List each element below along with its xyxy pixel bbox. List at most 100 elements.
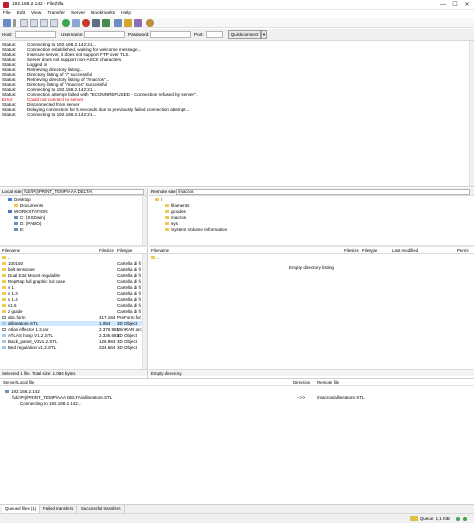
file-row[interactable]: Bed regulation v1.2.STL 334.684 3D Object	[0, 345, 147, 350]
folder-icon	[2, 310, 6, 314]
quickconnect-button[interactable]: Quickconnect	[228, 30, 261, 39]
queue-col-server[interactable]: Server/Local file	[3, 380, 34, 385]
file-row[interactable]: v 1 Cartella di fi	[0, 285, 147, 290]
menu-edit[interactable]: Edit	[14, 10, 28, 18]
local-files-scrollbar[interactable]	[142, 254, 147, 369]
message-log[interactable]: Status: Connecting to 192.168.2.142:21...…	[0, 41, 474, 187]
tree-item-drive-d[interactable]: D: (PABO)	[14, 221, 41, 226]
file-row[interactable]: RepRap full graphic lcd case Cartella di …	[0, 279, 147, 284]
file-row[interactable]: z guide Cartella di fi	[0, 309, 147, 314]
file-row[interactable]: v 1.4 Cartella di fi	[0, 297, 147, 302]
file-row[interactable]: v 1.3 Cartella di fi	[0, 291, 147, 296]
tree-item-sys[interactable]: sys	[165, 221, 178, 226]
local-path-input[interactable]: \\dc\Prj\PRINT_TEMP\AAA DELTA\	[22, 189, 144, 195]
remote-site-bar: Remote site: /macros	[149, 188, 474, 196]
tab-queued-files[interactable]: Queued files (1)	[2, 505, 41, 513]
toggle-queue-icon[interactable]	[50, 19, 58, 27]
disconnect-icon[interactable]	[92, 19, 100, 27]
toggle-local-tree-icon[interactable]	[30, 19, 38, 27]
remote-path-input[interactable]: /macros	[176, 189, 470, 195]
3d-object-icon	[2, 340, 6, 344]
process-queue-icon[interactable]	[72, 19, 80, 27]
toggle-log-icon[interactable]	[20, 19, 28, 27]
remote-col-filetype[interactable]: Filetype	[362, 247, 377, 254]
tree-item-drive-c[interactable]: C: (SSDwin)	[14, 215, 45, 220]
host-input[interactable]	[15, 31, 56, 38]
site-manager-icon[interactable]	[3, 19, 11, 27]
folder-icon	[2, 256, 6, 260]
queue-row-server[interactable]: 192.168.2.142	[0, 389, 474, 394]
file-row[interactable]: 100150 Cartella di fi	[0, 261, 147, 266]
tree-item-system-volume[interactable]: System Volume Information	[165, 227, 227, 232]
log-scrollbar[interactable]	[469, 41, 474, 186]
menu-server[interactable]: Server	[68, 10, 88, 18]
menu-transfer[interactable]: Transfer	[44, 10, 68, 18]
remote-status: Empty directory.	[149, 369, 474, 376]
file-row[interactable]: Dual E3d Mount regulable Cartella di fi	[0, 273, 147, 278]
reconnect-icon[interactable]	[102, 19, 110, 27]
refresh-icon[interactable]	[62, 19, 70, 27]
folder-icon	[165, 222, 169, 226]
directory-comparison-icon[interactable]	[124, 19, 132, 27]
tab-failed-transfers[interactable]: Failed transfers	[40, 505, 78, 513]
remote-col-filesize[interactable]: Filesize	[344, 247, 359, 254]
file-row[interactable]: ..	[0, 255, 147, 260]
menu-bar: File Edit View Transfer Server Bookmarks Help	[0, 10, 474, 18]
tree-item-desktop[interactable]: Desktop	[8, 197, 31, 202]
queue-col-direction[interactable]: Direction	[293, 380, 310, 385]
local-col-filesize[interactable]: Filesize	[99, 247, 114, 254]
tree-item-drive-e[interactable]: E:	[14, 227, 24, 232]
file-row-selected[interactable]: allineatore.STL 1.084 3D Object	[0, 321, 147, 326]
queue-row-file[interactable]: \\dc\Prj\PRINT_TEMP\AAA DELTA\allineator…	[0, 395, 474, 400]
minimize-button[interactable]: —	[438, 1, 448, 9]
password-input[interactable]	[150, 31, 191, 38]
port-input[interactable]	[206, 31, 223, 38]
toolbar	[0, 18, 474, 28]
file-row[interactable]: v1.6 Cartella di fi	[0, 303, 147, 308]
tree-item-root[interactable]: /	[155, 197, 162, 202]
folder-icon	[2, 292, 6, 296]
tab-successful-transfers[interactable]: Successful transfers	[78, 505, 125, 513]
menu-bookmarks[interactable]: Bookmarks	[88, 10, 118, 18]
local-tree: Desktop Documents WORKSTATION C: (SSDwin…	[0, 196, 147, 245]
sync-browsing-icon[interactable]	[134, 19, 142, 27]
remote-col-permissions[interactable]: Permi	[457, 247, 468, 254]
close-button[interactable]: ✕	[462, 1, 472, 9]
cancel-operation-icon[interactable]	[82, 19, 90, 27]
file-row[interactable]: belt tensioner Cartella di fi	[0, 267, 147, 272]
3d-object-icon	[2, 322, 6, 326]
remote-col-modified[interactable]: Last modified	[392, 247, 418, 254]
quickconnect-dropdown-icon[interactable]: ▾	[261, 30, 267, 39]
menu-help[interactable]: Help	[118, 10, 134, 18]
folder-icon	[155, 198, 159, 202]
maximize-button[interactable]: ☐	[450, 1, 460, 9]
search-icon[interactable]	[146, 19, 154, 27]
queue-col-remote[interactable]: Remote file	[317, 380, 339, 385]
tree-item-gcodes[interactable]: gcodes	[165, 209, 186, 214]
file-row-parent[interactable]: ..	[149, 255, 474, 260]
tree-item-documents[interactable]: Documents	[14, 203, 43, 208]
username-label: Username:	[61, 32, 84, 37]
menu-view[interactable]: View	[28, 10, 44, 18]
tree-item-filaments[interactable]: filaments	[165, 203, 189, 208]
menu-file[interactable]: File	[0, 10, 14, 18]
directory-filter-icon[interactable]	[114, 19, 122, 27]
folder-icon	[2, 280, 6, 284]
file-row[interactable]: ATLAS hosp V1.2.STL 2.336.684 3D Object	[0, 333, 147, 338]
tree-item-workstation[interactable]: WORKSTATION	[8, 209, 48, 214]
remote-site-label: Remote site:	[151, 189, 177, 194]
toggle-remote-tree-icon[interactable]	[40, 19, 48, 27]
site-manager-dropdown-icon[interactable]	[13, 19, 16, 27]
file-row[interactable]: Back_panel_V2v1.2.STL 126.884 3D Object	[0, 339, 147, 344]
remote-col-filename[interactable]: Filename	[151, 247, 169, 254]
local-col-filename[interactable]: Filename	[2, 247, 20, 254]
username-input[interactable]	[84, 31, 125, 38]
archive-icon	[2, 328, 6, 332]
file-row[interactable]: Atlas effector 1.3.rar 2.370.981 WinRAR ar…	[0, 327, 147, 332]
folder-icon	[2, 268, 6, 272]
tree-item-macros[interactable]: macros	[165, 215, 186, 220]
file-row[interactable]: abc.form 317.184 PreForm for	[0, 315, 147, 320]
local-tree-scrollbar[interactable]	[142, 196, 147, 245]
local-col-filetype[interactable]: Filetype	[117, 247, 132, 254]
remote-file-list[interactable]: .. Empty directory listing	[149, 254, 474, 369]
